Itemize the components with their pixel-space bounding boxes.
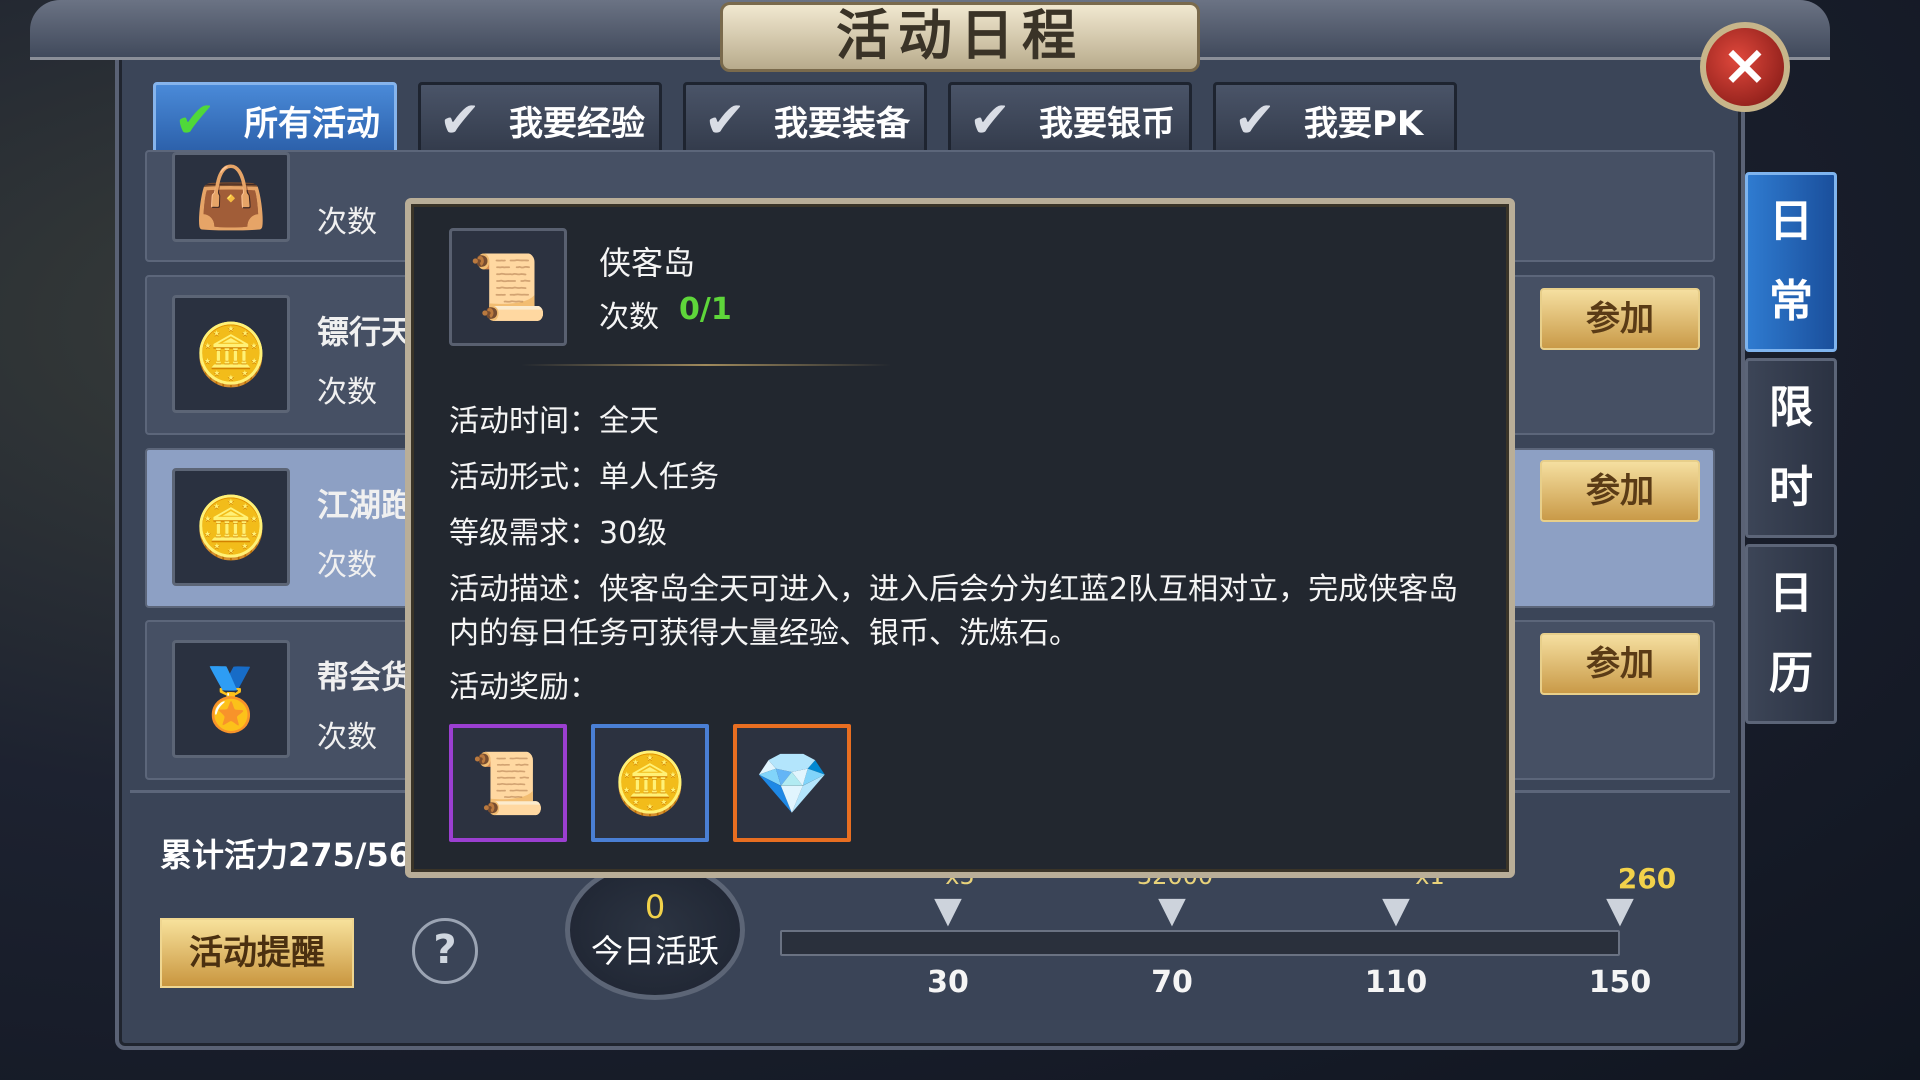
check-icon: ✔ [439, 91, 481, 149]
level-requirement: 等级需求：30级 [449, 516, 668, 551]
join-button[interactable]: 参加 [1540, 288, 1700, 350]
today-activity-value: 0 [644, 888, 666, 926]
activity-count-label: 次数 [317, 205, 377, 240]
bag-icon: 👜 [172, 152, 290, 242]
chevron-down-icon: ▼ [934, 890, 962, 931]
milestone-label: 150 [1588, 965, 1652, 1000]
activity-title: 侠客岛 [599, 244, 696, 282]
count-value: 0/1 [679, 292, 732, 327]
chevron-down-icon: ▼ [1382, 890, 1410, 931]
milestone-label: 110 [1364, 965, 1428, 1000]
rewards-label: 活动奖励： [449, 670, 599, 705]
tab-limited[interactable]: 限时 [1745, 358, 1837, 538]
help-button[interactable]: ? [412, 918, 478, 984]
medal-icon: 🏅 [172, 640, 290, 758]
today-activity-label: 今日活跃 [590, 932, 719, 970]
check-icon: ✔ [174, 91, 216, 149]
side-nav: 日常 限时 日历 [1745, 172, 1837, 732]
today-activity: 0 今日活跃 [565, 860, 745, 1000]
tab-experience[interactable]: ✔ 我要经验 [418, 82, 662, 158]
activity-name: 江湖跑 [317, 486, 414, 524]
milestone-label: 70 [1151, 965, 1193, 1000]
activity-description: 活动描述：侠客岛全天可进入，进入后会分为红蓝2队互相对立，完成侠客岛内的每日任务… [449, 572, 1459, 651]
tab-pk[interactable]: ✔ 我要PK [1213, 82, 1457, 158]
activity-name: 帮会货 [317, 658, 414, 696]
activity-count-label: 次数 [317, 720, 377, 755]
activity-detail-tooltip: 📜 侠客岛 次数 0/1 活动时间：全天 活动形式：单人任务 等级需求：30级 … [405, 198, 1515, 878]
scroll-icon: 📜 [449, 228, 567, 346]
tab-all-activities[interactable]: ✔ 所有活动 [153, 82, 397, 158]
divider [521, 364, 891, 366]
check-icon: ✔ [969, 91, 1011, 149]
check-icon: ✔ [1234, 91, 1276, 149]
tab-label: 我要PK [1304, 103, 1424, 144]
milestone-label: 30 [927, 965, 969, 1000]
window-title: 活动日程 [720, 2, 1200, 72]
scroll-icon[interactable]: 📜 [449, 724, 567, 842]
join-button[interactable]: 参加 [1540, 460, 1700, 522]
milestone-reward[interactable]: 260 [1612, 862, 1682, 895]
check-icon: ✔ [704, 91, 746, 149]
crystal-icon[interactable]: 💎 [733, 724, 851, 842]
vigor-total: 累计活力275/56 [160, 836, 412, 874]
tab-label: 所有活动 [244, 103, 380, 144]
coins-icon: 🪙 [172, 468, 290, 586]
coins-icon[interactable]: 🪙 [591, 724, 709, 842]
tab-silver[interactable]: ✔ 我要银币 [948, 82, 1192, 158]
coins-icon: 🪙 [172, 295, 290, 413]
tab-label: 我要银币 [1039, 103, 1175, 144]
activity-count-label: 次数 [317, 548, 377, 583]
activity-count-label: 次数 [317, 375, 377, 410]
activity-progress-bar [780, 930, 1620, 956]
tab-label: 我要经验 [509, 103, 645, 144]
close-button[interactable]: × [1700, 22, 1790, 112]
tab-equipment[interactable]: ✔ 我要装备 [683, 82, 927, 158]
activity-name: 镖行天 [317, 313, 414, 351]
chevron-down-icon: ▼ [1606, 890, 1634, 931]
activity-form: 活动形式：单人任务 [449, 460, 719, 495]
activity-remind-button[interactable]: 活动提醒 [160, 918, 354, 988]
tab-calendar[interactable]: 日历 [1745, 544, 1837, 724]
join-button[interactable]: 参加 [1540, 633, 1700, 695]
activity-time: 活动时间：全天 [449, 404, 659, 439]
count-label: 次数 [599, 300, 659, 335]
tab-label: 我要装备 [774, 103, 910, 144]
tab-daily[interactable]: 日常 [1745, 172, 1837, 352]
chevron-down-icon: ▼ [1158, 890, 1186, 931]
